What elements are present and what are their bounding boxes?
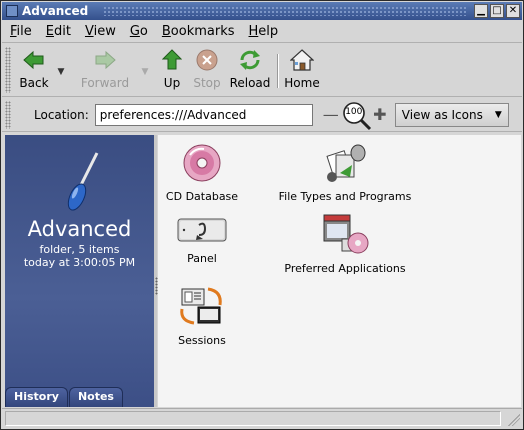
list-item[interactable]: Panel bbox=[164, 215, 240, 265]
window-menu-icon[interactable] bbox=[6, 5, 18, 17]
zoom-out-button[interactable]: — bbox=[323, 105, 339, 124]
menu-help-rest: elp bbox=[258, 24, 279, 39]
item-label-cd-database: CD Database bbox=[165, 190, 239, 203]
back-arrow-icon bbox=[22, 48, 46, 72]
menu-go[interactable]: Go bbox=[130, 24, 148, 39]
menu-edit[interactable]: Edit bbox=[46, 24, 71, 39]
stop-icon bbox=[195, 48, 219, 72]
status-bar bbox=[2, 408, 522, 428]
stop-button[interactable]: Stop bbox=[190, 44, 224, 94]
location-label: Location: bbox=[34, 107, 89, 122]
sidebar-modified-time: today at 3:00:05 PM bbox=[23, 256, 136, 269]
sidebar-information-panel: Advanced folder, 5 items today at 3:00:0… bbox=[5, 135, 154, 407]
sessions-icon bbox=[178, 285, 226, 330]
home-label: Home bbox=[284, 76, 320, 90]
toolbar-grip[interactable] bbox=[5, 47, 11, 93]
menu-edit-rest: dit bbox=[54, 24, 71, 39]
zoom-level-value: 100 bbox=[345, 106, 363, 117]
sidebar-folder-info: folder, 5 items today at 3:00:05 PM bbox=[5, 243, 154, 269]
stop-label: Stop bbox=[193, 76, 221, 90]
menu-bookmarks[interactable]: Bookmarks bbox=[162, 24, 235, 39]
sidebar-title: Advanced bbox=[27, 217, 132, 241]
toolbar: Back ▼ Forward ▼ Up Stop Reload Home bbox=[2, 44, 522, 97]
view-as-label: View as Icons bbox=[401, 107, 483, 122]
title-bar[interactable]: Advanced ▁ □ ✕ bbox=[2, 2, 522, 20]
sidebar-item-count: folder, 5 items bbox=[39, 243, 120, 256]
back-button[interactable]: Back bbox=[14, 44, 54, 94]
toolbar-separator bbox=[277, 54, 279, 88]
chevron-down-icon: ▼ bbox=[57, 67, 65, 77]
minimize-button[interactable]: ▁ bbox=[474, 4, 488, 18]
home-icon bbox=[290, 48, 314, 72]
item-label-panel: Panel bbox=[187, 252, 217, 265]
list-item[interactable]: CD Database bbox=[164, 143, 240, 203]
reload-icon bbox=[238, 48, 262, 72]
list-item[interactable]: Sessions bbox=[164, 285, 240, 347]
item-label-file-types: File Types and Programs bbox=[278, 190, 412, 203]
reload-label: Reload bbox=[229, 76, 271, 90]
list-item[interactable]: File Types and Programs bbox=[279, 143, 411, 203]
menu-view-mnemonic: V bbox=[84, 24, 94, 39]
zoom-in-button[interactable]: ✚ bbox=[373, 105, 387, 124]
preferred-apps-icon bbox=[320, 213, 370, 258]
location-bar-grip[interactable] bbox=[5, 101, 11, 129]
view-as-select[interactable]: View as Icons ▼ bbox=[394, 102, 509, 127]
up-button[interactable]: Up bbox=[156, 44, 188, 94]
status-message bbox=[5, 411, 501, 426]
forward-button[interactable]: Forward bbox=[72, 44, 138, 94]
menu-view-rest: iew bbox=[93, 24, 116, 39]
chevron-down-icon: ▼ bbox=[494, 109, 502, 120]
title-bar-texture bbox=[103, 6, 468, 16]
window-title: Advanced bbox=[22, 4, 89, 18]
file-types-icon bbox=[322, 143, 368, 186]
menu-bar: File Edit View Go Bookmarks Help bbox=[2, 21, 522, 43]
tab-notes[interactable]: Notes bbox=[68, 387, 123, 407]
sidebar-splitter[interactable] bbox=[154, 135, 157, 407]
maximize-button[interactable]: □ bbox=[490, 4, 504, 18]
menu-view[interactable]: View bbox=[85, 24, 116, 39]
screwdriver-icon bbox=[67, 151, 103, 216]
menu-go-mnemonic: G bbox=[129, 24, 140, 39]
cd-icon bbox=[182, 143, 222, 186]
maximize-icon: □ bbox=[492, 5, 502, 16]
forward-label: Forward bbox=[80, 76, 130, 90]
chevron-down-icon: ▼ bbox=[141, 67, 149, 77]
menu-help[interactable]: Help bbox=[249, 24, 279, 39]
home-button[interactable]: Home bbox=[284, 44, 320, 94]
tab-history[interactable]: History bbox=[5, 387, 68, 407]
sidebar-tabs: History Notes bbox=[5, 387, 124, 407]
list-item[interactable]: Preferred Applications bbox=[282, 213, 408, 275]
panel-icon bbox=[177, 215, 227, 248]
icon-view: CD Database File Types and Programs Pane… bbox=[158, 135, 521, 407]
menu-file[interactable]: File bbox=[10, 24, 32, 39]
forward-history-dropdown[interactable]: ▼ bbox=[138, 44, 152, 94]
close-icon: ✕ bbox=[508, 5, 518, 16]
minimize-icon: ▁ bbox=[477, 5, 485, 16]
item-label-sessions: Sessions bbox=[178, 334, 226, 347]
zoom-level-control[interactable]: 100 bbox=[341, 100, 371, 130]
menu-edit-mnemonic: E bbox=[45, 24, 54, 39]
menu-bookmarks-rest: ookmarks bbox=[170, 24, 235, 39]
file-manager-window: Advanced ▁ □ ✕ File Edit View Go Bookmar… bbox=[0, 0, 524, 430]
location-input[interactable] bbox=[94, 103, 313, 126]
resize-grip-icon[interactable] bbox=[508, 414, 520, 426]
menu-file-rest: ile bbox=[16, 24, 32, 39]
location-bar: Location: — 100 ✚ View as Icons ▼ bbox=[2, 98, 522, 132]
up-arrow-icon bbox=[160, 48, 184, 72]
close-button[interactable]: ✕ bbox=[506, 4, 520, 18]
reload-button[interactable]: Reload bbox=[228, 44, 272, 94]
item-label-preferred-applications: Preferred Applications bbox=[284, 262, 406, 275]
menu-bookmarks-mnemonic: B bbox=[161, 24, 171, 39]
menu-help-mnemonic: H bbox=[248, 24, 259, 39]
forward-arrow-icon bbox=[93, 48, 117, 72]
up-label: Up bbox=[163, 76, 181, 90]
back-label: Back bbox=[19, 76, 49, 90]
menu-go-rest: o bbox=[139, 24, 148, 39]
back-history-dropdown[interactable]: ▼ bbox=[54, 44, 68, 94]
